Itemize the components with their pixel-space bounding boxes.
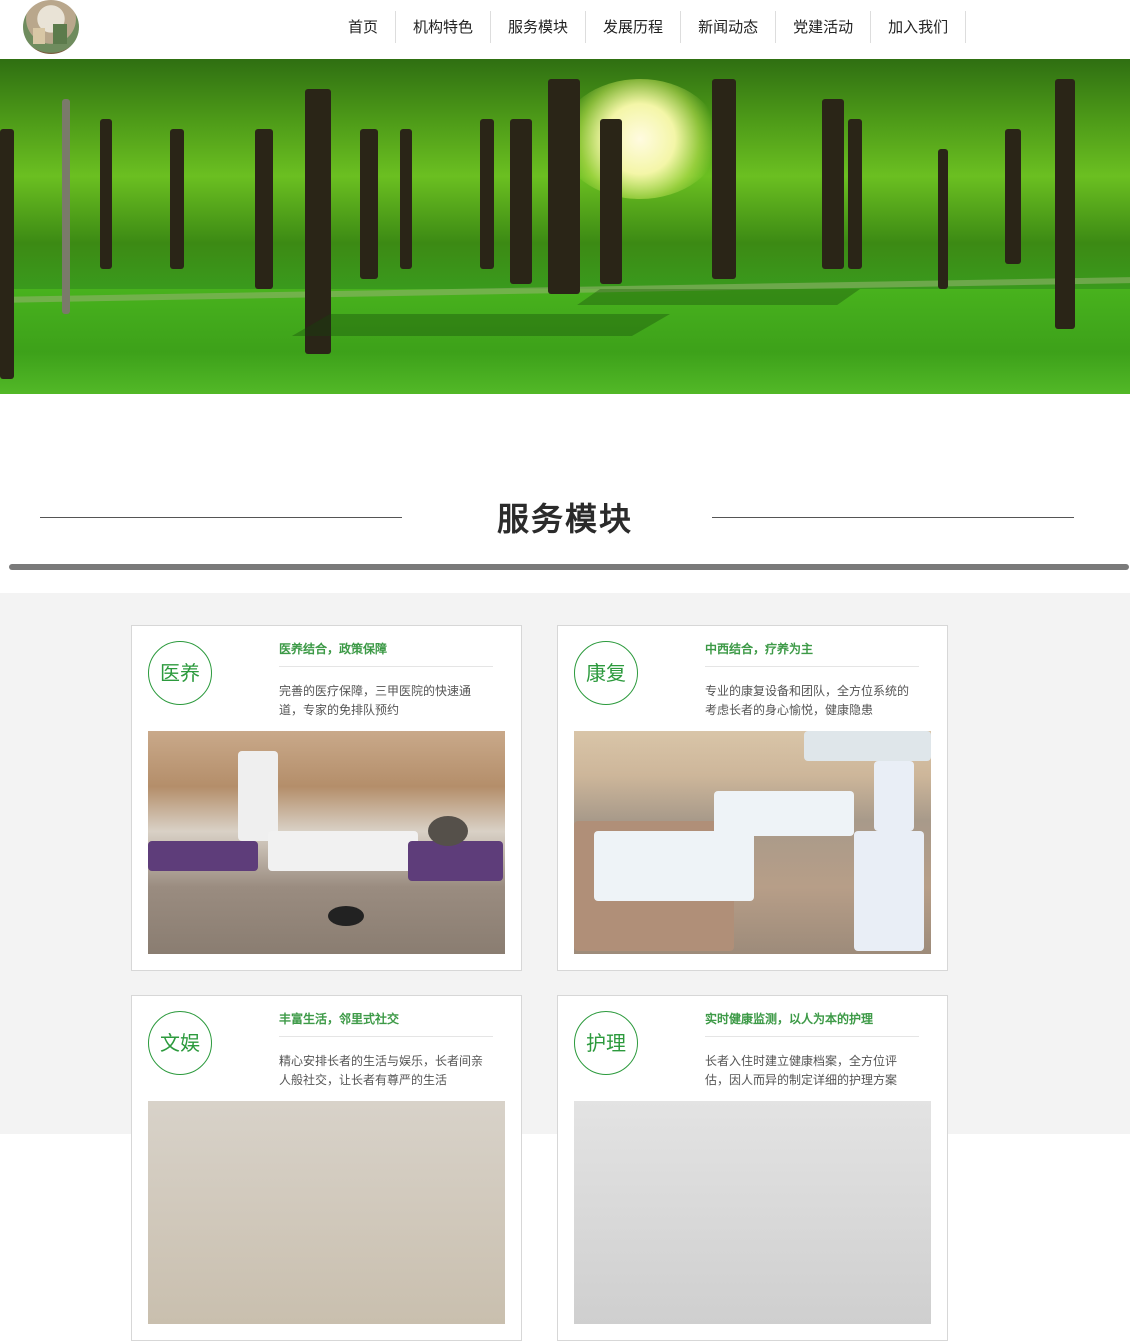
service-headline: 医养结合，政策保障 [279, 642, 388, 656]
patient-head [428, 816, 468, 846]
grass-ground [0, 289, 1130, 394]
nav-item-services[interactable]: 服务模块 [491, 11, 587, 43]
lamp-base [328, 906, 364, 926]
service-badge: 文娱 [148, 1011, 212, 1075]
tree-shadow [291, 314, 670, 336]
service-description: 完善的医疗保障，三甲医院的快速通道，专家的免排队预约 [279, 684, 472, 717]
window [804, 731, 931, 761]
tree-trunk [1005, 129, 1021, 264]
tree-trunk [822, 99, 844, 269]
nav-item-home[interactable]: 首页 [333, 11, 397, 43]
service-card-rehab[interactable]: 康复 中西结合，疗养为主 专业的康复设备和团队，全方位系统的考虑长者的身心愉悦，… [557, 625, 948, 971]
service-headline: 丰富生活，邻里式社交 [279, 1012, 400, 1026]
nurse-figure [874, 761, 914, 831]
tree-shadow [577, 289, 860, 305]
divider [705, 1036, 919, 1037]
service-photo-foot-therapy [574, 731, 931, 954]
treatment-bed [408, 841, 503, 881]
title-divider-right [712, 517, 1074, 518]
tree-trunk [848, 119, 862, 269]
service-card-recreation[interactable]: 文娱 丰富生活，邻里式社交 精心安排长者的生活与娱乐，长者间亲人般社交，让长者有… [131, 995, 522, 1341]
doctor-figure [238, 751, 278, 841]
service-photo-acupuncture [148, 731, 505, 954]
nurse-figure [854, 831, 924, 951]
section-header: 服务模块 [0, 394, 1130, 593]
tree-trunk [938, 149, 948, 289]
service-headline: 中西结合，疗养为主 [705, 642, 814, 656]
tree-trunk [100, 119, 112, 269]
tree-trunk [0, 129, 14, 379]
service-photo-recreation [148, 1101, 505, 1324]
tree-trunk [255, 129, 273, 289]
divider [279, 1036, 493, 1037]
hero-banner-forest [0, 59, 1130, 394]
tree-trunk [548, 79, 580, 294]
service-headline: 实时健康监测，以人为本的护理 [705, 1012, 874, 1026]
tree-trunk [712, 79, 736, 279]
tree-trunk [170, 129, 184, 269]
services-content: 医养 医养结合，政策保障 完善的医疗保障，三甲医院的快速通道，专家的免排队预约 … [0, 593, 1130, 1341]
sunlight [560, 79, 720, 199]
divider [705, 666, 919, 667]
service-description: 专业的康复设备和团队，全方位系统的考虑长者的身心愉悦，健康隐患 [705, 684, 910, 717]
service-badge: 护理 [574, 1011, 638, 1075]
service-photo-nursing [574, 1101, 931, 1324]
service-card-nursing[interactable]: 护理 实时健康监测，以人为本的护理 长者入住时建立健康档案，全方位评估，因人而异… [557, 995, 948, 1341]
service-badge: 医养 [148, 641, 212, 705]
nav-item-history[interactable]: 发展历程 [586, 11, 682, 43]
logo-graphic [53, 24, 67, 44]
main-nav: 首页 机构特色 服务模块 发展历程 新闻动态 党建活动 加入我们 [333, 11, 967, 43]
service-card-medical[interactable]: 医养 医养结合，政策保障 完善的医疗保障，三甲医院的快速通道，专家的免排队预约 [131, 625, 522, 971]
tree-trunk [480, 119, 494, 269]
top-navigation-bar: 首页 机构特色 服务模块 发展历程 新闻动态 党建活动 加入我们 [0, 0, 1130, 59]
service-description: 精心安排长者的生活与娱乐，长者间亲人般社交，让长者有尊严的生活 [279, 1054, 484, 1087]
nav-item-features[interactable]: 机构特色 [396, 11, 492, 43]
tree-trunk [600, 119, 622, 284]
nav-item-news[interactable]: 新闻动态 [681, 11, 777, 43]
tree-trunk [360, 129, 378, 279]
tree-trunk [510, 119, 532, 284]
tree-trunk [400, 129, 412, 269]
section-underline-bar [9, 564, 1129, 570]
tree-trunk [62, 99, 70, 314]
nav-item-party[interactable]: 党建活动 [776, 11, 872, 43]
treatment-bed [148, 841, 258, 871]
logo-graphic [33, 28, 45, 44]
service-badge: 康复 [574, 641, 638, 705]
nav-item-join[interactable]: 加入我们 [871, 11, 967, 43]
blanket [714, 791, 854, 836]
treatment-bed [268, 831, 418, 871]
blanket [594, 831, 754, 901]
logo[interactable] [23, 0, 79, 54]
tree-trunk [1055, 79, 1075, 329]
service-description: 长者入住时建立健康档案，全方位评估，因人而异的制定详细的护理方案 [705, 1054, 898, 1087]
divider [279, 666, 493, 667]
